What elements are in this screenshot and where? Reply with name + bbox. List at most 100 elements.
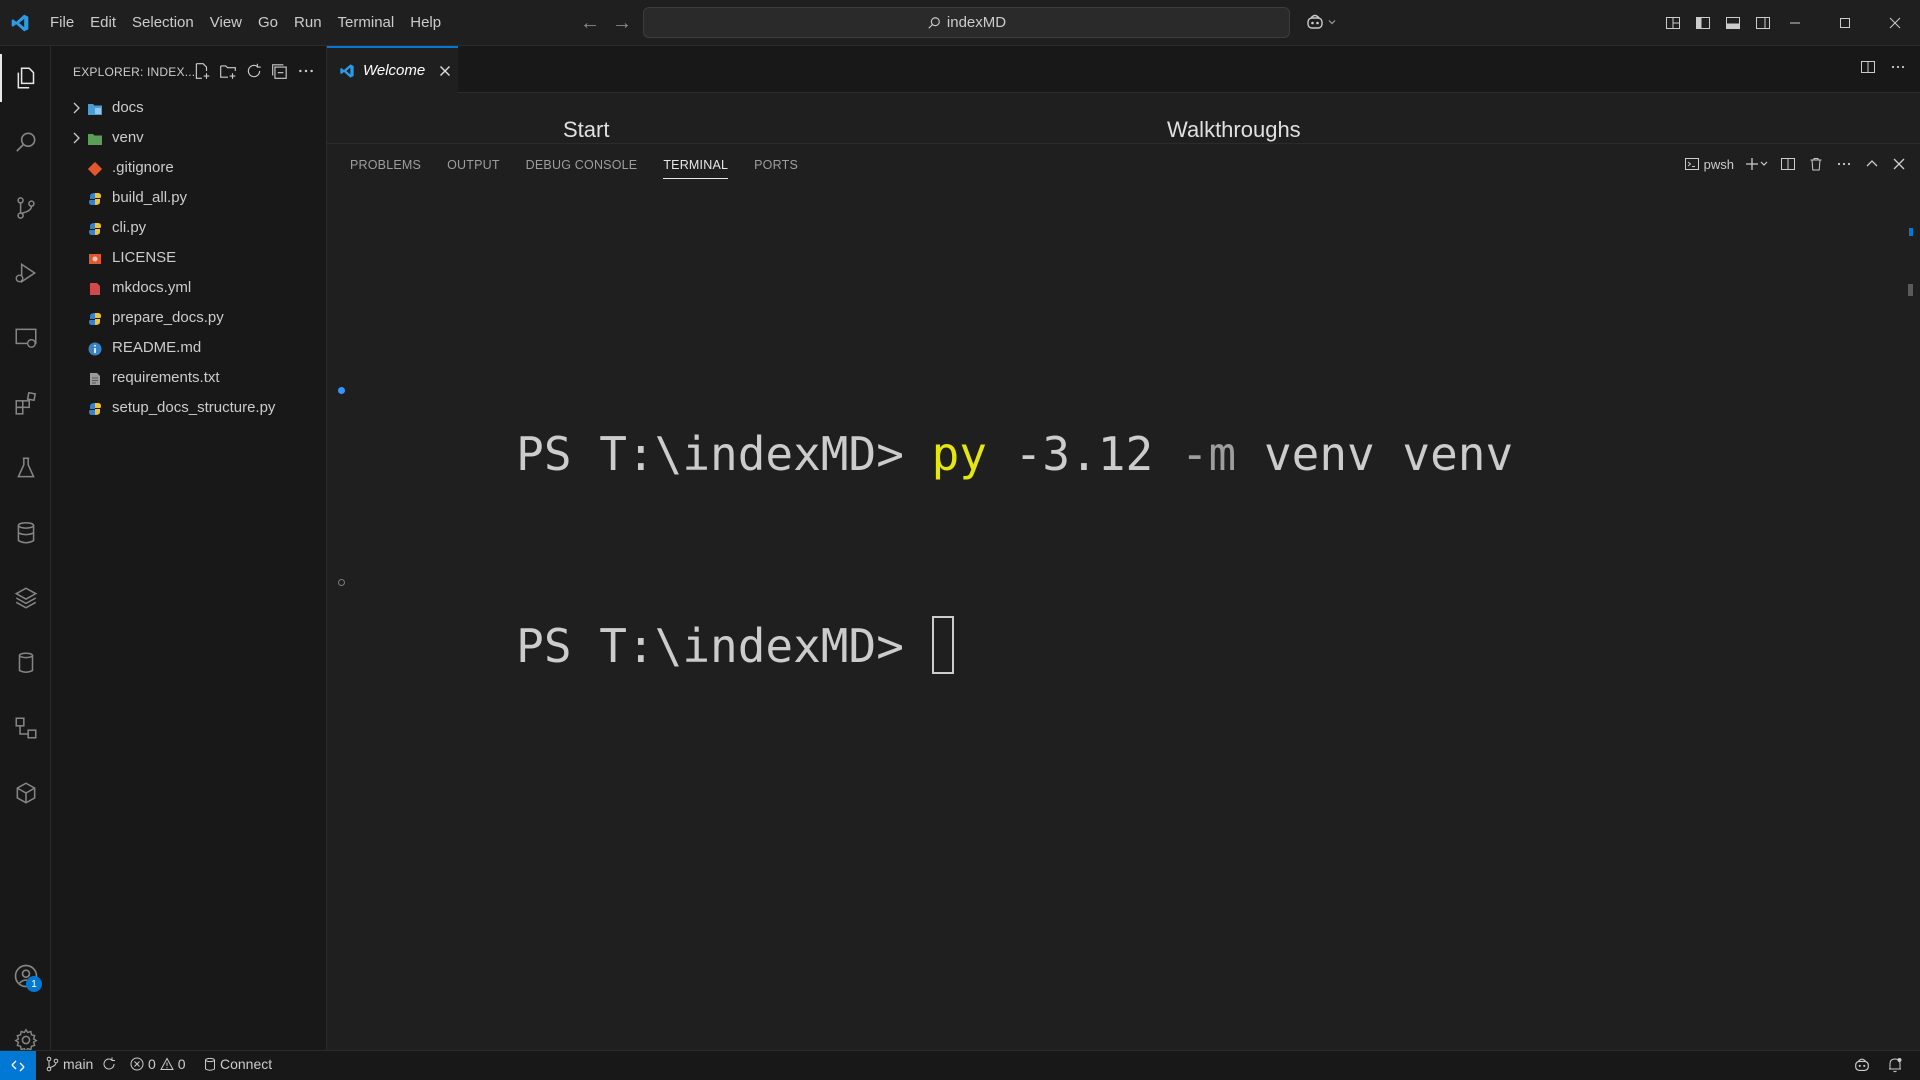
tree-file-readme[interactable]: README.md xyxy=(51,334,326,364)
tab-terminal[interactable]: TERMINAL xyxy=(663,158,729,179)
terminal-scrollbar[interactable] xyxy=(1908,284,1913,296)
extensions-icon[interactable] xyxy=(0,379,51,427)
close-panel-icon[interactable] xyxy=(1892,157,1906,171)
refresh-icon[interactable] xyxy=(244,61,264,81)
customize-layout-icon[interactable] xyxy=(1662,12,1684,34)
python-icon xyxy=(87,221,103,237)
command-decoration-pending xyxy=(338,579,345,586)
tab-ports[interactable]: PORTS xyxy=(754,158,798,179)
run-debug-icon[interactable] xyxy=(0,249,51,297)
branch-name: main xyxy=(63,1056,94,1072)
tree-file-cli[interactable]: cli.py xyxy=(51,214,326,244)
python-icon xyxy=(87,311,103,327)
testing-flask-icon[interactable] xyxy=(0,444,51,492)
close-window-icon[interactable] xyxy=(1870,0,1920,46)
terminal-shell-selector[interactable]: pwsh xyxy=(1684,156,1734,172)
menu-view[interactable]: View xyxy=(202,0,250,46)
terminal-line: PS T:\indexMD> xyxy=(338,550,1513,674)
menu-help[interactable]: Help xyxy=(402,0,449,46)
activity-bar: 1 xyxy=(0,46,51,1053)
database-icon[interactable] xyxy=(0,509,51,557)
search-icon[interactable] xyxy=(0,119,51,167)
file-name: setup_docs_structure.py xyxy=(112,399,276,416)
new-folder-icon[interactable] xyxy=(218,61,238,81)
tab-welcome[interactable]: Welcome xyxy=(327,46,458,93)
menu-selection[interactable]: Selection xyxy=(124,0,202,46)
error-icon xyxy=(130,1057,144,1071)
terminal-cursor xyxy=(931,616,954,674)
connections-icon[interactable] xyxy=(0,704,51,752)
tree-file-requirements[interactable]: requirements.txt xyxy=(51,364,326,394)
terminal-command: py xyxy=(931,427,987,481)
terminal-arg: -3.12 xyxy=(986,427,1181,481)
trash-icon[interactable] xyxy=(1808,156,1824,172)
menu-file[interactable]: File xyxy=(42,0,82,46)
toggle-panel-icon[interactable] xyxy=(1722,12,1744,34)
toggle-primary-sidebar-icon[interactable] xyxy=(1692,12,1714,34)
panel-tabs: PROBLEMS OUTPUT DEBUG CONSOLE TERMINAL P… xyxy=(350,158,798,179)
menu-terminal[interactable]: Terminal xyxy=(330,0,403,46)
tree-file-mkdocs[interactable]: mkdocs.yml xyxy=(51,274,326,304)
tree-file-gitignore[interactable]: .gitignore xyxy=(51,154,326,184)
tree-file-license[interactable]: LICENSE xyxy=(51,244,326,274)
source-control-icon[interactable] xyxy=(0,184,51,232)
tree-file-setup-docs-structure[interactable]: setup_docs_structure.py xyxy=(51,394,326,424)
terminal-output[interactable]: PS T:\indexMD> py -3.12 -m venv venv PS … xyxy=(338,230,1513,742)
tab-debug-console[interactable]: DEBUG CONSOLE xyxy=(526,158,638,179)
tab-label: Welcome xyxy=(363,62,426,79)
cylinder-storage-icon[interactable] xyxy=(0,639,51,687)
file-name: venv xyxy=(112,129,144,146)
menu-go[interactable]: Go xyxy=(250,0,286,46)
tree-folder-venv[interactable]: venv xyxy=(51,124,326,154)
search-icon xyxy=(927,16,941,30)
back-arrow-icon[interactable]: ← xyxy=(580,12,600,35)
split-editor-icon[interactable] xyxy=(1860,59,1876,75)
split-terminal-icon[interactable] xyxy=(1780,156,1796,172)
copilot-menu-button[interactable] xyxy=(1305,12,1337,32)
bottom-panel: PROBLEMS OUTPUT DEBUG CONSOLE TERMINAL P… xyxy=(327,143,1920,1050)
problems-status[interactable]: 0 0 xyxy=(130,1056,186,1072)
package-icon[interactable] xyxy=(0,769,51,817)
menu-run[interactable]: Run xyxy=(286,0,330,46)
more-actions-icon[interactable] xyxy=(296,61,316,81)
maximize-panel-chevron-up-icon[interactable] xyxy=(1864,156,1880,172)
minimize-icon[interactable] xyxy=(1770,0,1820,46)
error-count: 0 xyxy=(148,1056,156,1072)
vscode-logo-icon xyxy=(339,63,355,79)
tree-file-prepare-docs[interactable]: prepare_docs.py xyxy=(51,304,326,334)
connect-status[interactable]: Connect xyxy=(204,1056,272,1072)
editor-more-actions-icon[interactable] xyxy=(1890,59,1906,75)
panel-more-actions-icon[interactable] xyxy=(1836,156,1852,172)
chevron-down-icon xyxy=(1327,17,1337,27)
sync-icon[interactable] xyxy=(101,1056,117,1072)
accounts-icon[interactable]: 1 xyxy=(0,952,51,1000)
text-file-icon xyxy=(87,371,103,387)
terminal-flag: -m xyxy=(1180,427,1237,481)
collapse-all-icon[interactable] xyxy=(270,61,290,81)
file-name: prepare_docs.py xyxy=(112,309,224,326)
python-icon xyxy=(87,191,103,207)
forward-arrow-icon[interactable]: → xyxy=(612,12,632,35)
new-file-icon[interactable] xyxy=(192,61,212,81)
tree-folder-docs[interactable]: docs xyxy=(51,94,326,124)
tree-file-build-all[interactable]: build_all.py xyxy=(51,184,326,214)
terminal-arg: venv venv xyxy=(1236,427,1514,481)
explorer-icon[interactable] xyxy=(0,54,51,102)
welcome-walkthroughs-heading: Walkthroughs xyxy=(1167,117,1301,142)
branch-status[interactable]: main xyxy=(45,1056,117,1072)
command-center-search[interactable]: indexMD xyxy=(643,7,1290,38)
terminal-line: PS T:\indexMD> py -3.12 -m venv venv xyxy=(338,358,1513,481)
layers-icon[interactable] xyxy=(0,574,51,622)
explorer-title: EXPLORER: INDEX... xyxy=(73,65,196,79)
copilot-status-icon[interactable] xyxy=(1853,1056,1871,1074)
new-terminal-plus-icon[interactable] xyxy=(1746,156,1768,172)
menu-edit[interactable]: Edit xyxy=(82,0,124,46)
remote-explorer-icon[interactable] xyxy=(0,314,51,362)
file-name: cli.py xyxy=(112,219,147,236)
maximize-icon[interactable] xyxy=(1820,0,1870,46)
tab-problems[interactable]: PROBLEMS xyxy=(350,158,421,179)
notifications-bell-icon[interactable] xyxy=(1887,1056,1903,1074)
close-tab-icon[interactable] xyxy=(439,65,451,77)
remote-indicator[interactable] xyxy=(0,1051,36,1080)
tab-output[interactable]: OUTPUT xyxy=(447,158,500,179)
